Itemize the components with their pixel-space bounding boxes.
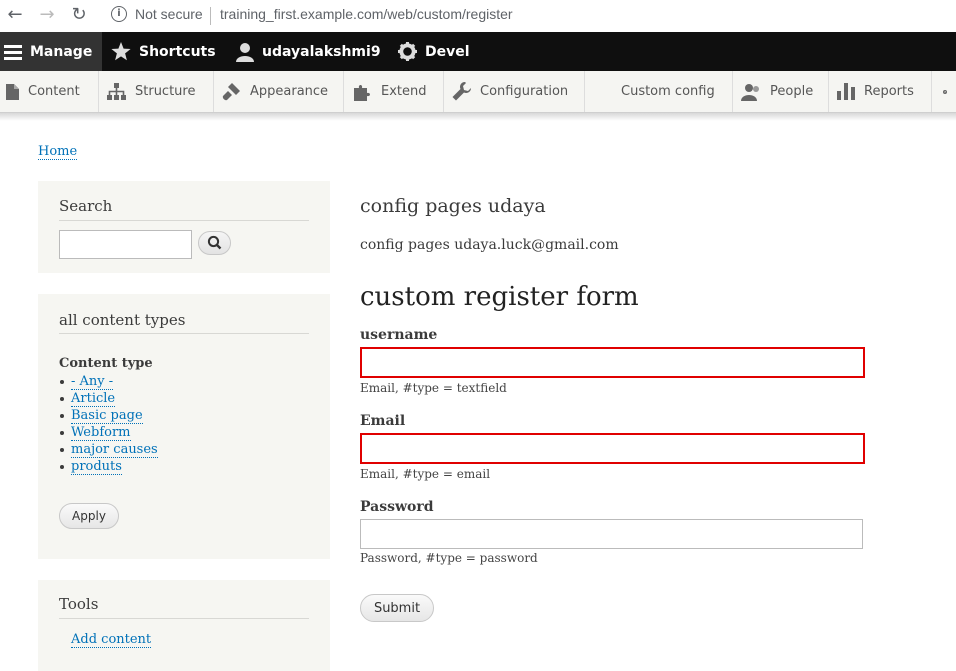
tray-item-custom-config[interactable]: Custom config (585, 71, 733, 112)
admin-tray: Content Structure Appearance Extend Conf… (0, 71, 956, 113)
search-block: Search (38, 181, 330, 273)
people-icon (741, 83, 759, 101)
tray-item-appearance[interactable]: Appearance (214, 71, 344, 112)
hamburger-icon (4, 44, 22, 60)
tray-item-label: Content (28, 84, 80, 99)
star-icon (111, 42, 131, 61)
content-type-option-major-causes[interactable]: major causes (71, 442, 158, 458)
toolbar-shortcuts[interactable]: Shortcuts (111, 32, 216, 71)
back-arrow-icon[interactable]: ← (5, 5, 25, 25)
reload-icon[interactable]: ↻ (69, 5, 89, 25)
content-type-option-produts[interactable]: produts (71, 459, 122, 475)
search-block-title: Search (59, 197, 113, 215)
list-item: Webform (60, 424, 158, 441)
document-icon (6, 83, 19, 100)
email-description: Email, #type = email (360, 467, 491, 481)
tray-item-label: Extend (381, 84, 427, 99)
wrench-icon (452, 82, 471, 101)
structure-icon (107, 83, 126, 100)
toolbar-manage-label: Manage (30, 43, 93, 60)
content-type-option-article[interactable]: Article (71, 391, 116, 407)
search-input[interactable] (59, 230, 192, 259)
toolbar-shortcuts-label: Shortcuts (139, 43, 216, 60)
tray-item-label: Structure (135, 84, 196, 99)
toolbar-manage[interactable]: Manage (0, 32, 102, 71)
bar-chart-icon (837, 83, 855, 100)
list-item: Article (60, 390, 158, 407)
puzzle-icon (354, 84, 370, 101)
list-item: produts (60, 458, 158, 475)
email-field[interactable] (360, 433, 865, 464)
user-icon (236, 42, 254, 62)
tools-block-title: Tools (59, 595, 99, 613)
block-divider (59, 333, 309, 334)
submit-button[interactable]: Submit (360, 594, 434, 622)
apply-button[interactable]: Apply (59, 503, 119, 529)
tools-block: Tools Add content (38, 580, 330, 671)
tray-item-people[interactable]: People (733, 71, 829, 112)
tray-item-label: Configuration (480, 84, 569, 99)
breadcrumb-home[interactable]: Home (38, 144, 78, 160)
tray-item-content[interactable]: Content (0, 71, 99, 112)
security-status: Not secure (135, 6, 203, 22)
browser-address-bar: ← → ↻ i Not secure training_first.exampl… (0, 0, 956, 32)
content-type-option-basic-page[interactable]: Basic page (71, 408, 143, 424)
password-field[interactable] (360, 519, 863, 549)
list-item: - Any - (60, 373, 158, 390)
info-icon[interactable]: i (111, 6, 127, 22)
help-icon: ? (943, 89, 947, 94)
tray-item-configuration[interactable]: Configuration (444, 71, 585, 112)
block-divider (59, 220, 309, 221)
address-separator (210, 7, 211, 25)
tray-item-label: People (770, 84, 814, 99)
block-divider (59, 618, 309, 619)
password-description: Password, #type = password (360, 551, 538, 565)
url-field[interactable]: training_first.example.com/web/custom/re… (220, 6, 513, 22)
toolbar-user[interactable]: udayalakshmi9 (236, 32, 381, 71)
password-label: Password (360, 499, 434, 515)
tray-item-label: Appearance (250, 84, 329, 99)
gear-icon (398, 42, 417, 61)
email-label: Email (360, 413, 406, 429)
paintbrush-icon (222, 83, 240, 101)
add-content-link[interactable]: Add content (71, 632, 152, 648)
tray-item-extend[interactable]: Extend (344, 71, 444, 112)
tray-item-help[interactable]: ? (932, 71, 956, 112)
config-page-title: config pages udaya (360, 195, 546, 217)
tray-item-structure[interactable]: Structure (99, 71, 214, 112)
content-type-label: Content type (59, 356, 153, 371)
forward-arrow-icon[interactable]: → (37, 5, 57, 25)
tray-item-label: Reports (864, 84, 914, 99)
list-item: major causes (60, 441, 158, 458)
username-field[interactable] (360, 347, 865, 378)
admin-toolbar: Manage Shortcuts udayalakshmi9 Devel (0, 32, 956, 71)
content-type-list: - Any - Article Basic page Webform major… (60, 373, 158, 475)
search-icon (207, 235, 222, 250)
content-type-option-webform[interactable]: Webform (71, 425, 131, 441)
toolbar-devel-label: Devel (425, 43, 470, 60)
list-item: Basic page (60, 407, 158, 424)
content-type-filter-block: all content types Content type - Any - A… (38, 294, 330, 559)
username-label: username (360, 327, 438, 343)
search-button[interactable] (198, 231, 231, 255)
config-page-text: config pages udaya.luck@gmail.com (360, 237, 619, 253)
tray-shadow (0, 113, 956, 121)
filter-block-title: all content types (59, 311, 186, 329)
tray-item-label: Custom config (621, 84, 715, 99)
tray-item-reports[interactable]: Reports (829, 71, 932, 112)
toolbar-devel[interactable]: Devel (398, 32, 470, 71)
toolbar-user-label: udayalakshmi9 (262, 43, 381, 60)
username-description: Email, #type = textfield (360, 381, 507, 395)
page-title: custom register form (360, 282, 639, 312)
content-type-option-any[interactable]: - Any - (71, 374, 114, 390)
